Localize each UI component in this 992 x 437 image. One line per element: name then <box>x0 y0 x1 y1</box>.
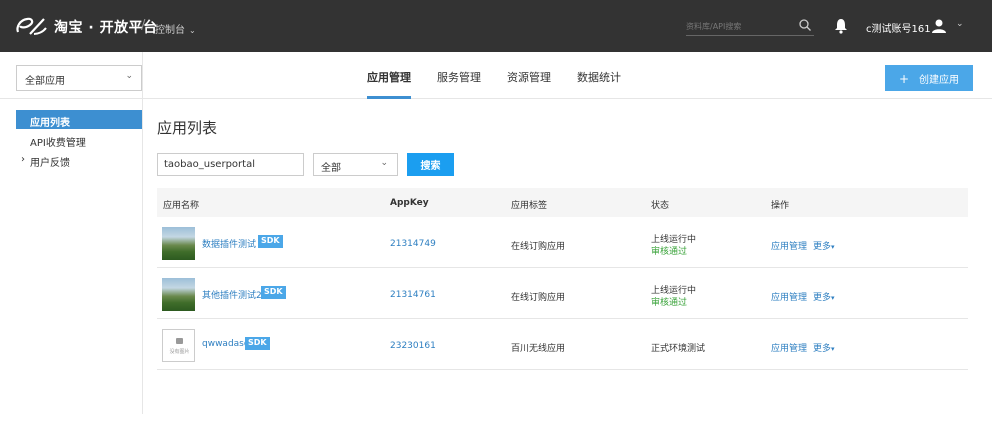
status-filter-select[interactable]: 全部 ⌄ <box>313 153 398 176</box>
more-label: 更多 <box>813 293 832 303</box>
account-name[interactable]: c测试账号161 <box>866 20 931 35</box>
top-search-box <box>686 18 814 36</box>
app-scope-select[interactable]: 全部应用 ⌄ <box>16 65 142 91</box>
sidebar-divider <box>142 52 143 414</box>
more-label: 更多 <box>813 344 832 354</box>
app-name-link[interactable]: 数据插件测试 <box>202 237 256 250</box>
tab-data-statistics[interactable]: 数据统计 <box>577 69 621 85</box>
app-tag: 在线订购应用 <box>511 293 566 303</box>
manage-app-link[interactable]: 应用管理 <box>771 341 807 354</box>
app-thumbnail-placeholder[interactable]: 没有图片 <box>162 329 195 362</box>
chevron-down-icon: ⌄ <box>189 26 196 35</box>
search-icon[interactable] <box>798 18 812 32</box>
plus-icon: + <box>898 71 910 86</box>
manage-app-link[interactable]: 应用管理 <box>771 239 807 252</box>
camera-icon <box>176 338 183 344</box>
app-scope-value: 全部应用 <box>25 76 65 87</box>
caret-down-icon: ▾ <box>831 243 835 251</box>
app-tag: 百川无线应用 <box>511 344 566 354</box>
sidebar-item-api-billing[interactable]: API收费管理 <box>16 130 142 149</box>
page-title: 应用列表 <box>157 119 218 137</box>
tab-resource-management[interactable]: 资源管理 <box>507 69 551 85</box>
bell-icon[interactable] <box>834 18 848 34</box>
app-thumbnail[interactable] <box>162 278 195 311</box>
chevron-down-icon[interactable]: ⌄ <box>956 19 964 29</box>
column-header-app-name: 应用名称 <box>163 201 200 211</box>
more-actions-dropdown[interactable]: 更多▾ <box>813 341 835 354</box>
table-row: 数据插件测试 SDK 21314749 在线订购应用 上线运行中 审核通过 应用… <box>157 217 968 268</box>
column-header-actions: 操作 <box>771 201 790 211</box>
chevron-down-icon: ⌄ <box>125 71 133 81</box>
review-status: 审核通过 <box>651 298 688 308</box>
app-name-link[interactable]: qwwadasd <box>202 339 250 349</box>
status-text: 正式环境测试 <box>651 344 706 354</box>
caret-down-icon: ▾ <box>831 294 835 302</box>
sidebar-item-user-feedback[interactable]: › 用户反馈 <box>16 150 142 169</box>
status-filter-value: 全部 <box>321 163 341 174</box>
breadcrumb-separator: / <box>141 18 146 33</box>
app-thumbnail[interactable] <box>162 227 195 260</box>
tab-service-management[interactable]: 服务管理 <box>437 69 481 85</box>
chevron-down-icon: ⌄ <box>380 158 388 168</box>
create-app-label: 创建应用 <box>919 74 960 86</box>
table-row: 没有图片 qwwadasd SDK 23230161 百川无线应用 正式环境测试… <box>157 319 968 370</box>
sdk-badge: SDK <box>261 286 286 299</box>
appkey-link[interactable]: 23230161 <box>390 341 436 351</box>
active-tab-indicator <box>367 96 411 99</box>
tab-app-management[interactable]: 应用管理 <box>367 69 411 85</box>
chevron-right-icon: › <box>21 154 25 165</box>
search-button[interactable]: 搜索 <box>407 153 454 176</box>
app-name-link[interactable]: 其他插件测试2 <box>202 288 262 301</box>
top-search-input[interactable] <box>686 18 796 34</box>
user-icon[interactable] <box>931 18 947 34</box>
app-tag: 在线订购应用 <box>511 242 566 252</box>
sidebar-item-app-list[interactable]: 应用列表 <box>16 110 142 129</box>
more-actions-dropdown[interactable]: 更多▾ <box>813 290 835 303</box>
column-header-status: 状态 <box>651 201 670 211</box>
caret-down-icon: ▾ <box>831 345 835 353</box>
app-search-input[interactable] <box>157 153 304 176</box>
column-header-appkey: AppKey <box>390 198 429 208</box>
more-label: 更多 <box>813 242 832 252</box>
table-header: 应用名称 AppKey 应用标签 状态 操作 <box>157 188 968 217</box>
top-navbar: 淘宝 · 开放平台 / 控制台⌄ c测试账号161 ⌄ <box>0 0 992 52</box>
appkey-link[interactable]: 21314749 <box>390 239 436 249</box>
manage-app-link[interactable]: 应用管理 <box>771 290 807 303</box>
sdk-badge: SDK <box>258 235 283 248</box>
create-app-button[interactable]: + 创建应用 <box>885 65 973 91</box>
sdk-badge: SDK <box>245 337 270 350</box>
more-actions-dropdown[interactable]: 更多▾ <box>813 239 835 252</box>
sub-navbar: 全部应用 ⌄ 应用管理 服务管理 资源管理 数据统计 + 创建应用 <box>0 52 992 99</box>
sidebar-item-label: 用户反馈 <box>30 158 70 169</box>
column-header-tag: 应用标签 <box>511 201 548 211</box>
appkey-link[interactable]: 21314761 <box>390 290 436 300</box>
table-row: 其他插件测试2 SDK 21314761 在线订购应用 上线运行中 审核通过 应… <box>157 268 968 319</box>
aliyun-logo-icon[interactable] <box>14 15 48 37</box>
console-label: 控制台 <box>155 25 185 36</box>
review-status: 审核通过 <box>651 247 688 257</box>
app-table: 应用名称 AppKey 应用标签 状态 操作 数据插件测试 SDK 213147… <box>157 188 968 370</box>
console-menu[interactable]: 控制台 ⌄ <box>155 21 196 36</box>
no-image-text: 没有图片 <box>169 349 190 355</box>
